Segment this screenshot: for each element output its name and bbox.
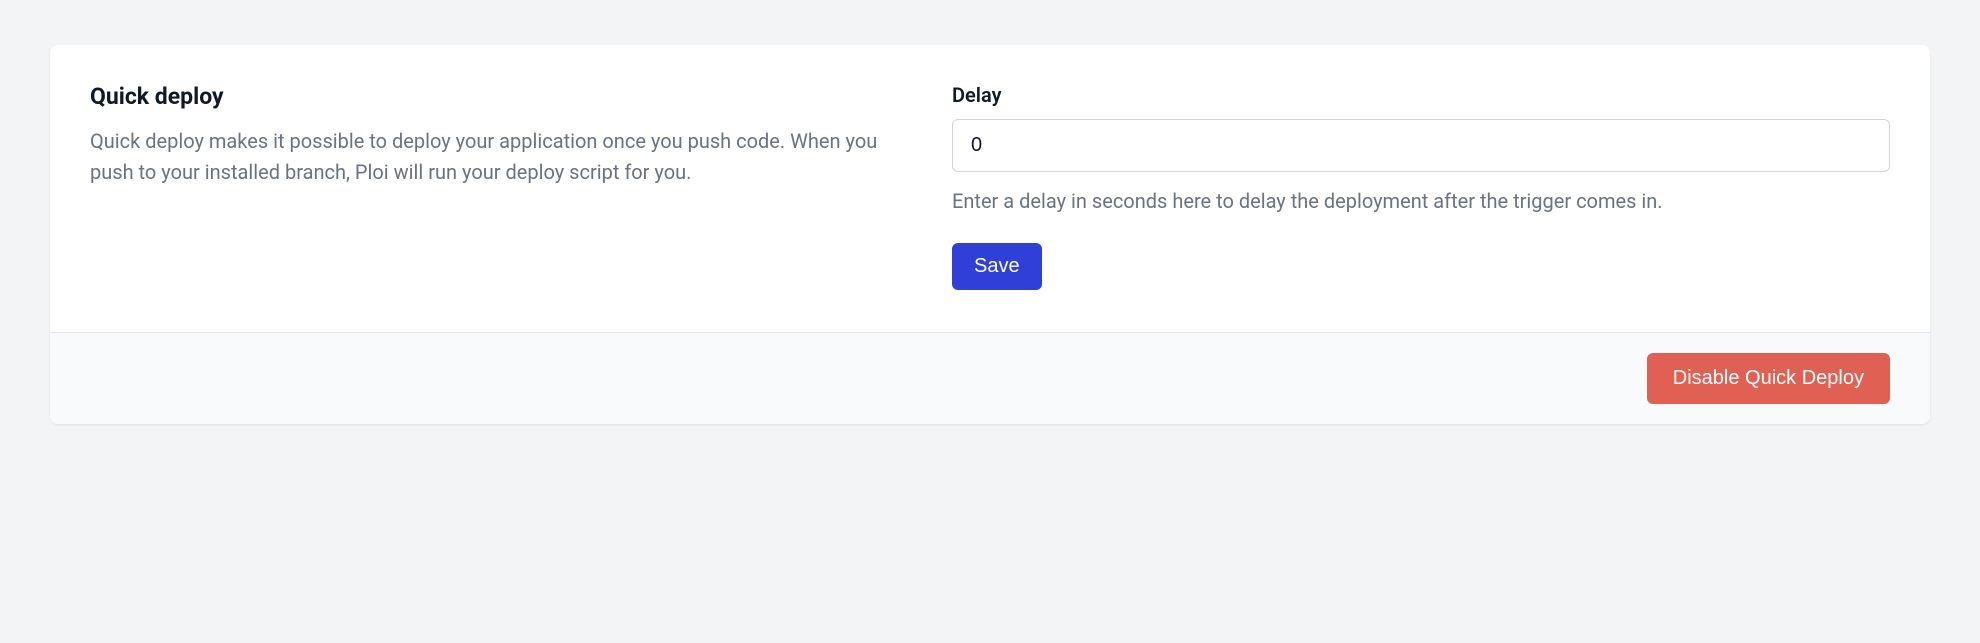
- card-footer: Disable Quick Deploy: [50, 332, 1930, 424]
- delay-input[interactable]: [952, 119, 1890, 172]
- quick-deploy-title: Quick deploy: [90, 83, 882, 110]
- card-body: Quick deploy Quick deploy makes it possi…: [50, 45, 1930, 332]
- delay-label: Delay: [952, 83, 1890, 107]
- delay-help-text: Enter a delay in seconds here to delay t…: [952, 186, 1890, 217]
- quick-deploy-form: Delay Enter a delay in seconds here to d…: [952, 83, 1890, 290]
- quick-deploy-card: Quick deploy Quick deploy makes it possi…: [50, 45, 1930, 424]
- disable-quick-deploy-button[interactable]: Disable Quick Deploy: [1647, 353, 1890, 404]
- quick-deploy-description: Quick deploy makes it possible to deploy…: [90, 126, 882, 188]
- save-button[interactable]: Save: [952, 243, 1042, 290]
- quick-deploy-info: Quick deploy Quick deploy makes it possi…: [90, 83, 882, 290]
